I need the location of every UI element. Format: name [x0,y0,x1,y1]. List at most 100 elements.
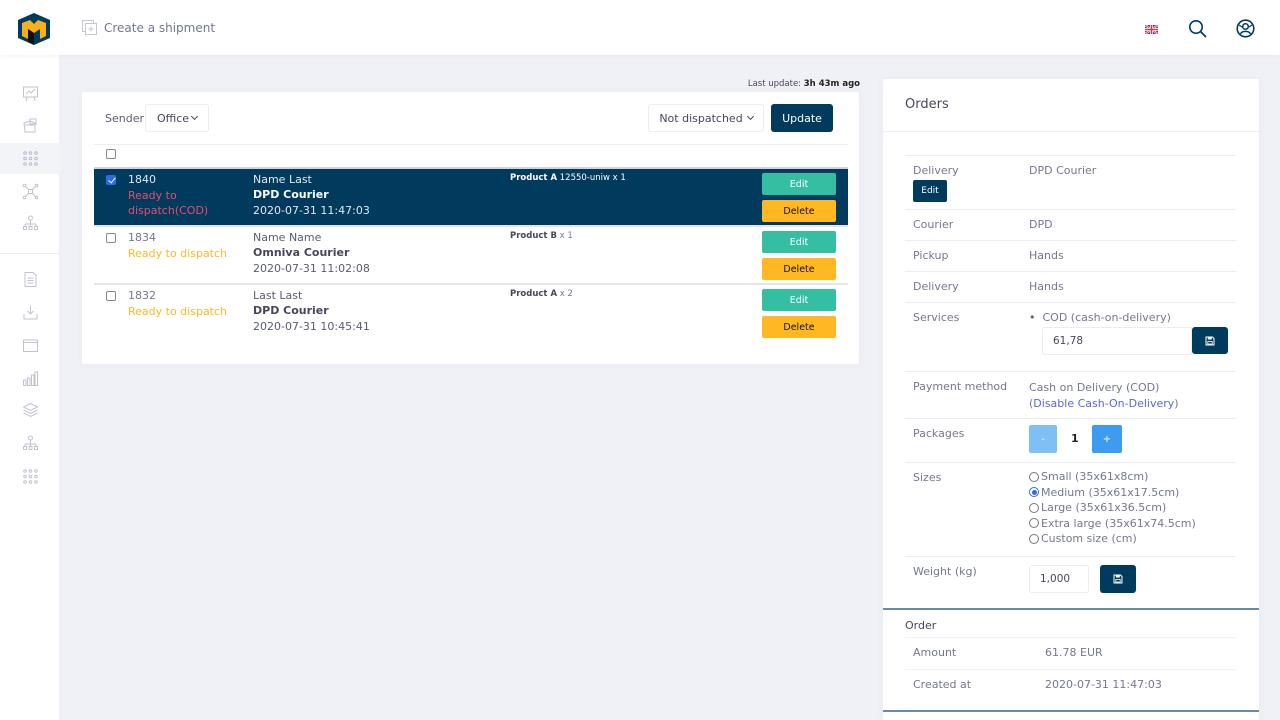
payment-method-text: Cash on Delivery (COD) [1029,381,1160,394]
bar-chart-icon [22,371,38,386]
sizes-radio-group: Small (35x61x8cm) Medium (35x61x17.5cm) La… [1029,469,1196,547]
delete-button[interactable]: Delete [762,316,836,338]
sender-value: Office [156,111,190,125]
row-checkbox[interactable] [106,175,116,185]
sidebar-item-structure[interactable] [0,428,60,459]
delete-button[interactable]: Delete [762,258,836,280]
row-checkbox[interactable] [106,291,116,301]
courier-name: DPD Courier [253,188,329,201]
document-icon [24,272,36,287]
section-divider [883,608,1259,610]
section-divider [883,710,1259,712]
order-row-created: Created at 2020-07-31 11:47:03 [905,669,1236,701]
sidebar-item-stats[interactable] [0,363,60,394]
sidebar-item-network[interactable] [0,176,60,207]
order-product: Product B x 1 [510,231,573,241]
weight-label: Weight (kg) [913,565,977,578]
table-row[interactable]: 1834 Ready to dispatch Name Name Omniva … [94,225,848,283]
user-globe-icon[interactable] [1236,19,1255,38]
sidebar [0,55,60,720]
sidebar-item-hierarchy[interactable] [0,208,60,239]
save-icon [1205,336,1215,345]
last-update-value: 3h 43m ago [803,79,860,89]
sidebar-item-apps[interactable] [0,143,60,174]
sidebar-item-packages[interactable] [0,110,60,141]
packages-increment-button[interactable]: + [1092,425,1122,453]
sidebar-item-windows[interactable] [0,330,60,361]
weight-input[interactable] [1029,565,1089,593]
panel-divider [883,131,1259,132]
size-option[interactable]: Medium (35x61x17.5cm) [1029,485,1196,501]
order-product: Product A x 2 [510,289,573,299]
presentation-chart-icon [22,86,38,102]
save-weight-button[interactable] [1100,565,1136,593]
cod-amount-input[interactable] [1042,327,1192,355]
sidebar-item-more[interactable] [0,461,60,492]
sizes-label: Sizes [913,471,942,484]
product-qty: 12550-uniw x 1 [559,173,626,183]
recipient-name: Name Last [253,173,312,186]
sidebar-divider [0,253,60,254]
sender-dropdown[interactable]: Office [145,104,209,132]
search-icon[interactable] [1188,19,1207,38]
size-radio[interactable] [1029,471,1039,482]
detail-row-weight: Weight (kg) [905,556,1236,606]
detail-row-courier: Courier DPD [905,209,1236,240]
edit-button[interactable]: Edit [762,231,836,253]
select-all-checkbox[interactable] [106,149,116,159]
edit-button[interactable]: Edit [762,173,836,195]
create-shipment-link[interactable]: Create a shipment [82,20,215,35]
table-row[interactable]: 1832 Ready to dispatch Last Last DPD Cou… [94,283,848,341]
courier-label: Courier [913,218,954,231]
order-id: 1840 [128,173,156,186]
status-filter-dropdown[interactable]: Not dispatched [648,104,764,132]
grid-dots-icon [22,151,38,166]
edit-delivery-button[interactable]: Edit [913,180,947,202]
sidebar-item-import[interactable] [0,297,60,328]
size-option[interactable]: Large (35x61x36.5cm) [1029,500,1196,516]
created-value: 2020-07-31 11:47:03 [1045,678,1162,691]
courier-name: DPD Courier [253,304,329,317]
order-id: 1832 [128,289,156,302]
payment-method-value: Cash on Delivery (COD) (Disable Cash-On-D… [1029,381,1179,410]
delivery-method-value: Hands [1029,280,1064,293]
uk-flag-icon[interactable] [1145,25,1158,34]
sidebar-item-documents[interactable] [0,264,60,295]
pickup-value: Hands [1029,249,1064,262]
sidebar-item-layers[interactable] [0,395,60,426]
logo[interactable] [16,12,52,46]
save-cod-button[interactable] [1192,327,1228,354]
order-status: Ready to dispatch [128,305,228,318]
sidebar-item-dashboard[interactable] [0,78,60,109]
packages-count: 1 [1071,432,1079,445]
size-radio[interactable] [1029,502,1039,513]
product-name: Product A [510,173,558,183]
download-icon [23,305,37,320]
boxes-icon [22,118,36,133]
size-option[interactable]: Small (35x61x8cm) [1029,469,1196,485]
order-id: 1834 [128,231,156,244]
packages-label: Packages [913,427,965,440]
disable-cod-link[interactable]: Disable Cash-On-Delivery [1033,397,1174,410]
product-qty: x 1 [559,231,573,241]
size-option[interactable]: Custom size (cm) [1029,531,1196,547]
size-label: Small (35x61x8cm) [1041,470,1149,484]
size-option[interactable]: Extra large (35x61x74.5cm) [1029,516,1196,532]
size-label: Extra large (35x61x74.5cm) [1041,516,1196,530]
size-radio[interactable] [1029,533,1039,544]
size-radio[interactable] [1029,518,1039,529]
delete-button[interactable]: Delete [762,200,836,222]
edit-button[interactable]: Edit [762,289,836,311]
table-row[interactable]: 1840 Ready to dispatch(COD) Name Last DP… [94,167,848,225]
order-date: 2020-07-31 10:45:41 [253,320,370,333]
delivery-method-label: Delivery [913,280,959,293]
row-checkbox[interactable] [106,233,116,243]
save-icon [1113,574,1123,584]
size-radio[interactable] [1029,487,1039,498]
packages-decrement-button[interactable]: - [1029,425,1057,453]
order-row-amount: Amount 61.78 EUR [905,637,1236,669]
order-details-panel: Orders Delivery Edit DPD Courier Courier… [883,79,1259,720]
update-button[interactable]: Update [771,104,833,132]
layers-icon [21,402,39,418]
window-icon [22,339,38,352]
